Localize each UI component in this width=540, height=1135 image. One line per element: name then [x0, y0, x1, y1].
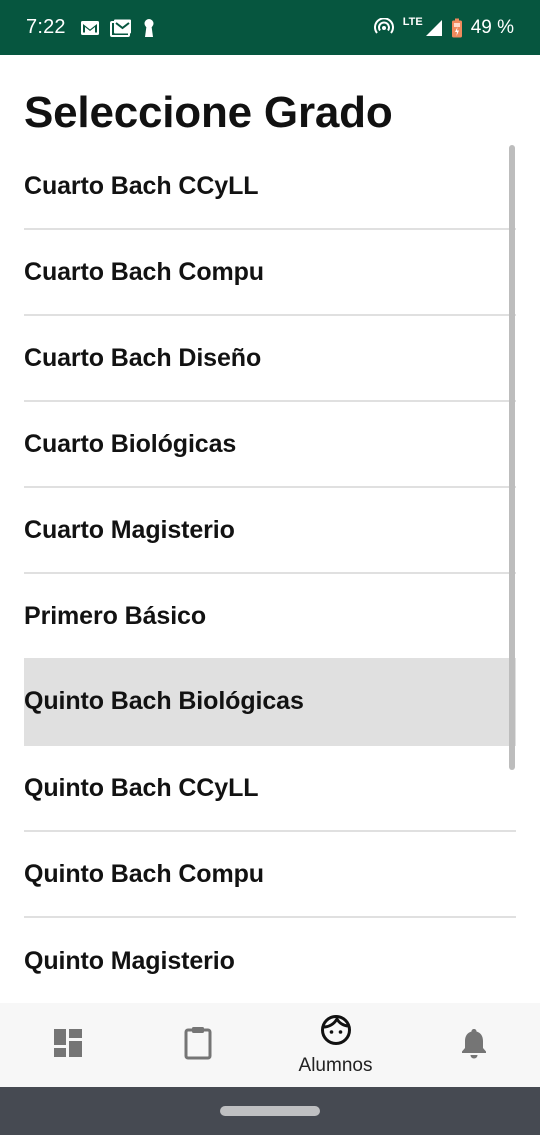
hotspot-icon — [373, 17, 395, 38]
system-navigation-bar — [0, 1087, 540, 1135]
list-item-label: Primero Básico — [24, 601, 207, 630]
list-item[interactable]: Quinto Magisterio — [24, 918, 516, 1004]
scrollbar[interactable] — [509, 145, 515, 770]
status-bar: 7:22 LTE 49 % — [0, 0, 540, 55]
list-item[interactable]: Cuarto Magisterio — [24, 488, 516, 574]
signal-icon — [425, 19, 443, 37]
list-item[interactable]: Cuarto Biológicas — [24, 402, 516, 488]
list-item-selected[interactable]: Quinto Bach Biológicas — [24, 659, 516, 746]
gmail-icon — [80, 20, 100, 36]
page-title: Seleccione Grado — [24, 88, 393, 137]
bell-icon — [460, 1027, 488, 1064]
nav-label-alumnos: Alumnos — [298, 1054, 373, 1076]
list-item-label: Cuarto Bach CCyLL — [24, 171, 259, 200]
network-type: LTE — [402, 15, 423, 28]
mail-icon — [109, 19, 132, 37]
nav-item-alumnos[interactable]: Alumnos — [268, 1003, 403, 1087]
list-item[interactable]: Quinto Bach CCyLL — [24, 746, 516, 832]
list-item[interactable]: Quinto Bach Compu — [24, 832, 516, 918]
list-item[interactable]: Primero Básico — [24, 574, 516, 660]
list-item-label: Quinto Bach Compu — [24, 859, 264, 888]
status-bar-right: LTE 49 % — [373, 15, 514, 39]
nav-item-clipboard[interactable] — [130, 1003, 265, 1087]
list-item[interactable]: Cuarto Bach CCyLL — [24, 144, 516, 230]
status-bar-left: 7:22 — [26, 16, 166, 39]
status-time: 7:22 — [26, 16, 66, 38]
list-item[interactable]: Cuarto Bach Diseño — [24, 316, 516, 402]
home-gesture-pill[interactable] — [220, 1106, 320, 1116]
list-item-label: Quinto Bach CCyLL — [24, 773, 259, 802]
list-item-label: Cuarto Biológicas — [24, 429, 237, 458]
clipboard-icon — [183, 1026, 213, 1065]
grade-list[interactable]: Cuarto Bach CCyLL Cuarto Bach Compu Cuar… — [0, 144, 540, 1004]
list-item-label: Quinto Bach Biológicas — [24, 687, 304, 715]
list-item-label: Quinto Magisterio — [24, 946, 235, 975]
list-item-label: Cuarto Magisterio — [24, 515, 235, 544]
nav-item-notifications[interactable] — [406, 1003, 540, 1087]
keyhole-icon — [142, 18, 156, 38]
list-item[interactable]: Cuarto Bach Compu — [24, 230, 516, 316]
battery-icon — [451, 18, 463, 38]
bottom-navigation: Alumnos — [0, 1003, 540, 1087]
dashboard-icon — [53, 1028, 83, 1063]
app-screen: 7:22 LTE 49 % Seleccione Grado Cuarto Ba… — [0, 0, 540, 1135]
nav-item-dashboard[interactable] — [0, 1003, 135, 1087]
battery-percentage: 49 % — [470, 16, 514, 38]
list-item-label: Cuarto Bach Diseño — [24, 343, 262, 372]
list-item-label: Cuarto Bach Compu — [24, 257, 264, 286]
face-icon — [320, 1014, 352, 1051]
